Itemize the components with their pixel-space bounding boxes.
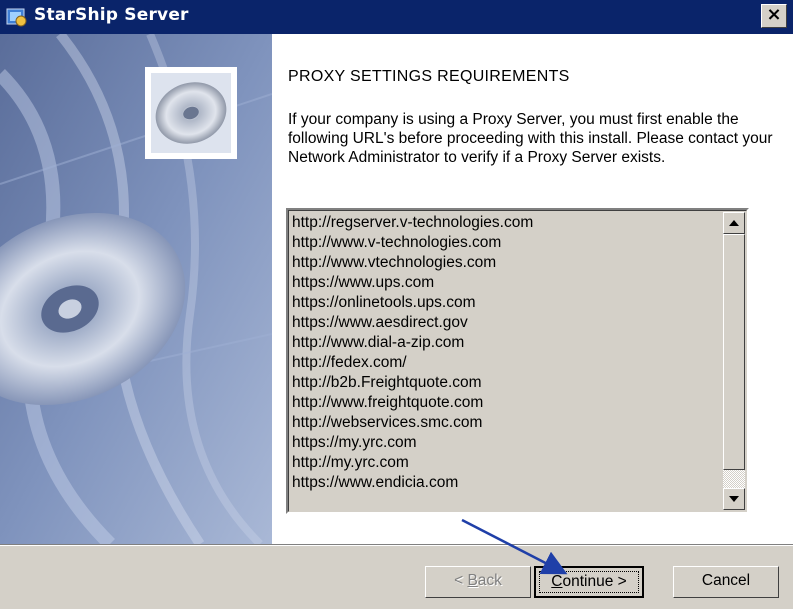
wizard-footer: < Back Continue > Cancel [0, 546, 793, 609]
window-title: StarShip Server [34, 5, 189, 25]
list-item: https://onlinetools.ups.com [292, 294, 476, 311]
scroll-up-arrow-icon [729, 220, 739, 226]
list-item: http://my.yrc.com [292, 454, 409, 471]
scroll-down-button[interactable] [723, 488, 745, 510]
continue-button-label: Continue > [551, 573, 627, 590]
back-button-label: < Back [454, 572, 502, 589]
list-item: https://www.ups.com [292, 274, 435, 291]
cancel-button[interactable]: Cancel [673, 566, 779, 598]
list-item: http://fedex.com/ [292, 354, 407, 371]
scroll-up-button[interactable] [723, 212, 745, 234]
cancel-button-label: Cancel [701, 572, 751, 589]
continue-button[interactable]: Continue > [534, 566, 644, 598]
wizard-banner-image [0, 34, 272, 544]
list-item: https://www.aesdirect.gov [292, 314, 468, 331]
starship-app-icon [6, 8, 27, 27]
scroll-thumb[interactable] [723, 234, 745, 470]
close-button[interactable]: × [761, 4, 787, 28]
list-item: https://my.yrc.com [292, 434, 417, 451]
list-item: http://www.v-technologies.com [292, 234, 502, 251]
back-button[interactable]: < Back [425, 566, 531, 598]
scroll-track[interactable] [723, 234, 745, 488]
wizard-content: PROXY SETTINGS REQUIREMENTS If your comp… [272, 34, 793, 544]
vertical-scrollbar[interactable] [723, 212, 745, 510]
scroll-track-remainder[interactable] [723, 470, 745, 488]
page-heading: PROXY SETTINGS REQUIREMENTS [288, 68, 570, 85]
title-bar: StarShip Server × [0, 0, 793, 34]
close-icon: × [766, 4, 782, 25]
list-item: http://webservices.smc.com [292, 414, 483, 431]
list-item: http://www.dial-a-zip.com [292, 334, 465, 351]
url-list: http://regserver.v-technologies.com http… [292, 213, 533, 493]
url-listbox[interactable]: http://regserver.v-technologies.com http… [286, 208, 749, 514]
list-item: http://regserver.v-technologies.com [292, 214, 534, 231]
scroll-down-arrow-icon [729, 496, 739, 502]
list-item: http://b2b.Freightquote.com [292, 374, 482, 391]
list-item: http://www.vtechnologies.com [292, 254, 497, 271]
page-description: If your company is using a Proxy Server,… [288, 111, 773, 166]
list-item: http://www.freightquote.com [292, 394, 484, 411]
list-item: https://www.endicia.com [292, 474, 459, 491]
